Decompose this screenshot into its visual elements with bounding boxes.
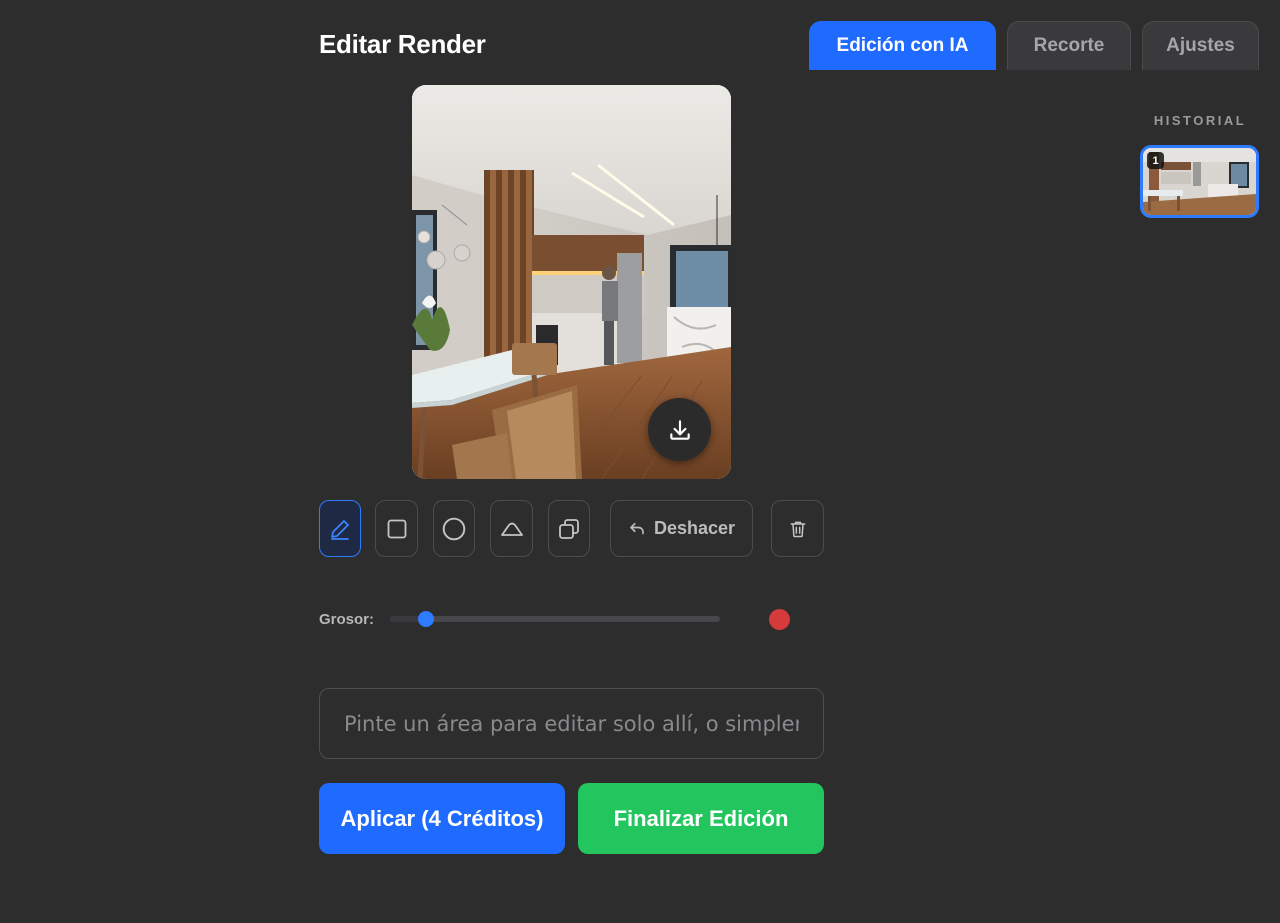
edit-render-page: Editar Render Edición con IA Recorte Aju… [0, 0, 1280, 923]
undo-button[interactable]: Deshacer [610, 500, 753, 557]
render-canvas[interactable] [412, 85, 731, 479]
history-label: HISTORIAL [1153, 113, 1247, 128]
circle-icon [442, 517, 466, 540]
brush-color-picker[interactable] [769, 609, 790, 630]
square-icon [387, 519, 406, 538]
undo-icon [630, 522, 644, 534]
tab-crop[interactable]: Recorte [1007, 21, 1131, 70]
trash-icon [790, 521, 805, 537]
duplicate-tool-button[interactable] [548, 500, 590, 557]
edit-prompt-input[interactable] [319, 688, 824, 759]
download-button[interactable] [648, 398, 711, 461]
tab-adjustments[interactable]: Ajustes [1142, 21, 1259, 70]
eraser-icon [500, 522, 523, 536]
page-title: Editar Render [319, 29, 486, 59]
apply-button[interactable]: Aplicar (4 Créditos) [319, 783, 565, 854]
rectangle-tool-button[interactable] [375, 500, 418, 557]
finish-edit-button[interactable]: Finalizar Edición [578, 783, 824, 854]
copy-icon [559, 518, 579, 539]
brush-size-slider[interactable] [390, 611, 720, 627]
brush-size-label: Grosor: [319, 611, 375, 628]
history-item[interactable]: 1 [1140, 145, 1259, 218]
pencil-tool-button[interactable] [319, 500, 361, 557]
download-icon [669, 419, 690, 440]
delete-button[interactable] [771, 500, 824, 557]
undo-label: Deshacer [653, 518, 736, 538]
eraser-tool-button[interactable] [490, 500, 533, 557]
tab-ai-edit[interactable]: Edición con IA [809, 21, 996, 70]
circle-tool-button[interactable] [433, 500, 475, 557]
pencil-icon [331, 519, 349, 540]
brush-size-slider-thumb[interactable] [418, 611, 435, 627]
history-item-number: 1 [1147, 152, 1164, 169]
